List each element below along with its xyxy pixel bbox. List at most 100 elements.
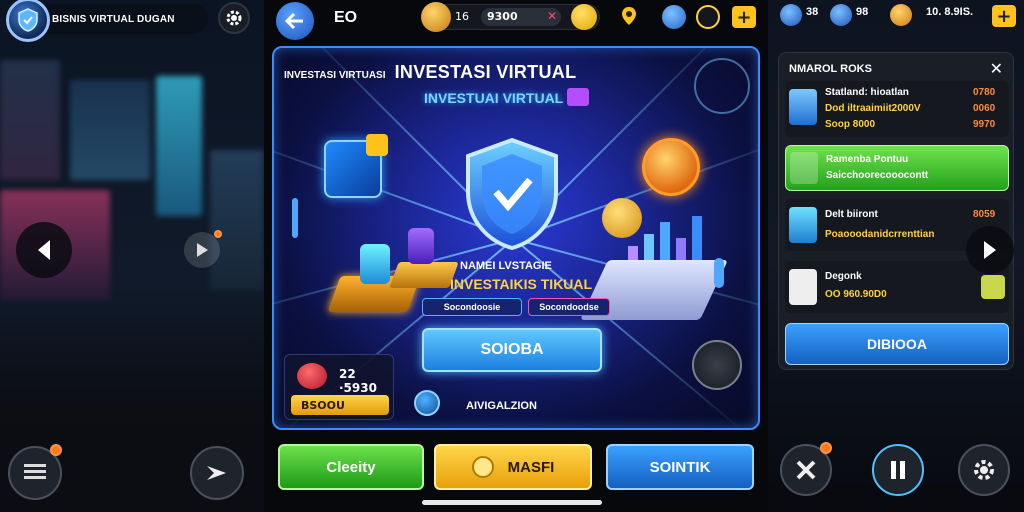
game-title: BISNIS VIRTUAL DUGAN xyxy=(52,13,175,25)
item-line: Poaooodanidcrrenttian xyxy=(825,229,935,240)
joystick-icon[interactable] xyxy=(662,5,686,29)
coin-counter: 16 9300 ✕ xyxy=(421,2,600,32)
card-label-secondary: INVESTAIKIS TIKUAL xyxy=(450,276,593,292)
shield-badge-icon xyxy=(414,390,440,416)
stat-panel: 22 ·5930 BSOOU xyxy=(284,354,394,420)
stat-value: 22 ·5930 xyxy=(339,367,377,395)
gear-icon[interactable] xyxy=(218,2,250,34)
card-title: INVESTASI VIRTUASI INVESTASI VIRTUAL xyxy=(284,62,664,86)
bar-icon xyxy=(292,198,298,238)
coin-value: 9300 xyxy=(487,10,518,23)
main-action-button[interactable]: SOIOBA xyxy=(422,328,602,372)
add-button[interactable]: + xyxy=(732,6,756,28)
right-panel: 38 98 10. 8.9IS. + NMAROL ROKS ✕ Statlan… xyxy=(768,0,1024,512)
gear-icon[interactable] xyxy=(958,444,1010,496)
radar-icon xyxy=(694,58,750,114)
yellow-button-label: MASFI xyxy=(507,458,555,476)
background-screen xyxy=(0,60,60,180)
image-icon xyxy=(789,269,817,305)
info-chip: Socondoosie xyxy=(422,298,522,316)
pause-icon[interactable] xyxy=(872,444,924,496)
home-indicator[interactable] xyxy=(422,500,602,505)
link-icon xyxy=(789,207,817,243)
coin-small-count: 16 xyxy=(455,10,469,23)
drop-icon xyxy=(830,4,852,26)
trophy-icon xyxy=(360,244,390,284)
left-panel: BISNIS VIRTUAL DUGAN xyxy=(0,0,264,512)
heart-icon xyxy=(297,363,327,389)
bar-icon xyxy=(714,258,724,288)
yellow-action-button[interactable]: MASFI xyxy=(434,444,592,490)
investment-card: INVESTASI VIRTUASI INVESTASI VIRTUAL INV… xyxy=(272,46,760,430)
item-value: 0780 xyxy=(973,87,996,98)
notification-dot xyxy=(820,442,832,454)
gear-icon[interactable] xyxy=(692,340,742,390)
item-line: Soop 8000 xyxy=(825,119,876,130)
item-line: Degonk xyxy=(825,271,862,282)
notification-dot xyxy=(214,230,222,238)
item-line: Ramenba Pontuu xyxy=(826,154,909,165)
stat-gold-badge[interactable]: BSOOU xyxy=(291,395,389,415)
tool-icon xyxy=(790,152,818,184)
item-line: Delt biiront xyxy=(825,209,878,220)
info-chip: Socondoodse xyxy=(528,298,610,316)
close-icon[interactable]: ✕ xyxy=(990,59,1003,78)
game-screen: BISNIS VIRTUAL DUGAN ЕO 16 9300 ✕ + INVE… xyxy=(0,0,1024,512)
item-line: Dod iltraaimiit2000V xyxy=(825,103,921,114)
coin-icon xyxy=(471,456,494,478)
green-button-label: Cleeity xyxy=(326,458,376,476)
platform xyxy=(389,262,459,288)
gold-coin-icon[interactable] xyxy=(571,4,597,30)
list-icon[interactable] xyxy=(8,444,62,500)
background-screen xyxy=(70,80,150,180)
notification-dot xyxy=(50,444,62,456)
card-subtitle-text: INVESTUAI VIRTUAL xyxy=(424,90,564,106)
arrow-left-icon[interactable] xyxy=(16,222,72,278)
green-action-button[interactable]: Cleeity xyxy=(278,444,424,490)
background-screen xyxy=(210,150,264,290)
gem-icon xyxy=(780,4,802,26)
panel-title: NMAROL ROKS xyxy=(789,63,872,75)
coin-icon xyxy=(421,2,451,32)
arrow-right-icon[interactable] xyxy=(966,226,1014,274)
highlighted-item[interactable]: Ramenba Pontuu Saicchoorecooocontt xyxy=(785,145,1009,191)
list-item[interactable]: Statland: hioatlan 0780 Dod iltraaimiit2… xyxy=(785,81,1009,137)
info-panel: NMAROL ROKS ✕ Statland: hioatlan 0780 Do… xyxy=(778,52,1014,370)
card-icon xyxy=(408,228,434,264)
location-pin-icon[interactable] xyxy=(618,5,640,27)
right-top-bar: 38 98 10. 8.9IS. + xyxy=(768,0,1024,32)
top-bar: ЕO 16 9300 ✕ + xyxy=(264,0,768,42)
share-icon[interactable] xyxy=(190,446,244,500)
tools-icon[interactable] xyxy=(780,442,832,496)
blue-button-label: SOINTIK xyxy=(649,458,711,476)
target-icon[interactable] xyxy=(696,5,720,29)
card-label-primary: NAMEI LVSTAGIE xyxy=(460,260,552,272)
badge-icon xyxy=(567,88,590,106)
card-subtitle: INVESTUAI VIRTUAL xyxy=(424,88,590,106)
gold-icon xyxy=(890,4,912,26)
level-label: ЕO xyxy=(334,9,358,26)
middle-panel: ЕO 16 9300 ✕ + INVESTASI VIRTUASI INVEST… xyxy=(264,0,768,512)
back-arrow-icon[interactable] xyxy=(276,2,314,40)
blue-action-button[interactable]: SOINTIK xyxy=(606,444,754,490)
item-line: Statland: hioatlan xyxy=(825,87,909,98)
tag-icon xyxy=(366,134,388,156)
stat-b: 98 xyxy=(856,6,869,18)
item-line: Saicchoorecooocontt xyxy=(826,170,929,181)
card-title-big: INVESTASI VIRTUAL xyxy=(394,62,577,82)
note-icon[interactable] xyxy=(981,275,1005,299)
background-screen xyxy=(156,76,202,216)
stat-a: 38 xyxy=(806,6,819,18)
add-button[interactable]: + xyxy=(992,5,1016,27)
item-value: 8059 xyxy=(973,209,996,220)
bottle-icon xyxy=(789,89,817,125)
card-footer-text: AIVIGALZION xyxy=(466,400,537,412)
shield-icon xyxy=(466,137,558,251)
item-value: 9970 xyxy=(973,119,996,130)
close-mark: ✕ xyxy=(547,9,558,23)
confirm-button[interactable]: DIBIOOA xyxy=(785,323,1009,365)
stat-c: 10. 8.9IS. xyxy=(926,6,974,18)
item-value: 0060 xyxy=(973,103,996,114)
play-icon[interactable] xyxy=(184,230,222,268)
shield-icon[interactable] xyxy=(6,0,50,42)
